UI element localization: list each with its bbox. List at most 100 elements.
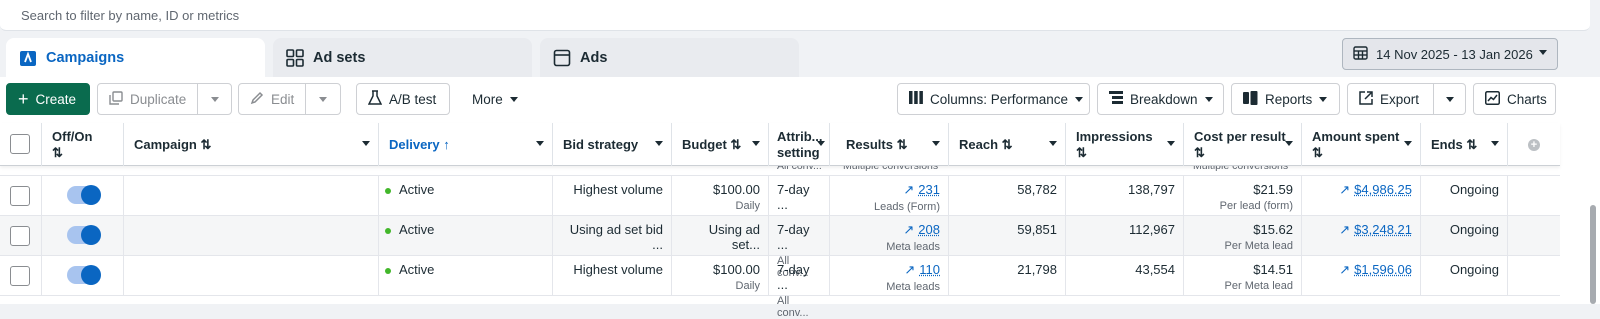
budget-cell[interactable]: $100.00 Daily: [672, 256, 769, 295]
charts-label: Charts: [1507, 91, 1547, 107]
budget-subtext: Daily: [735, 200, 760, 212]
chevron-down-icon[interactable]: [1285, 141, 1293, 146]
empty-cell: [1508, 176, 1560, 215]
campaign-name-cell[interactable]: [124, 256, 379, 295]
edit-button[interactable]: Edit: [238, 83, 306, 115]
cost-per-result-cell: $21.59 Per lead (form): [1184, 176, 1302, 215]
row-checkbox[interactable]: [10, 266, 30, 286]
column-header-cost-per-result[interactable]: Cost per result ⇅: [1184, 123, 1302, 166]
vertical-scrollbar[interactable]: [1590, 205, 1596, 304]
reports-button[interactable]: Reports: [1231, 83, 1340, 115]
column-header-impressions[interactable]: Impressions ⇅: [1066, 123, 1184, 166]
column-header-results[interactable]: Results ⇅: [830, 123, 949, 166]
tab-campaigns[interactable]: Campaigns: [6, 38, 265, 78]
budget-cell[interactable]: Using ad set...: [672, 216, 769, 255]
chevron-down-icon[interactable]: [817, 141, 825, 146]
export-button[interactable]: Export: [1347, 83, 1434, 115]
grid-icon: [285, 48, 305, 68]
column-header-attribution-setting[interactable]: Attrib... setting: [769, 123, 830, 166]
ends-cell: Ongoing: [1421, 176, 1508, 215]
header-select-cell: [0, 123, 42, 166]
amount-spent-link[interactable]: $4,986.25: [1354, 182, 1412, 197]
columns-button[interactable]: Columns: Performance: [897, 83, 1090, 115]
trend-up-icon: ↗: [1339, 182, 1351, 197]
amount-spent-link[interactable]: $1,596.06: [1354, 262, 1412, 277]
column-header-amount-spent[interactable]: Amount spent ⇅: [1302, 123, 1421, 166]
column-header-ends[interactable]: Ends ⇅: [1421, 123, 1508, 166]
toggle-knob: [81, 225, 101, 245]
chevron-down-icon[interactable]: [536, 141, 544, 146]
chevron-down-icon[interactable]: [1491, 141, 1499, 146]
duplicate-dropdown-button[interactable]: [197, 83, 232, 115]
charts-button[interactable]: Charts: [1473, 83, 1556, 115]
campaigns-icon: [18, 48, 38, 68]
campaign-name-cell[interactable]: [124, 216, 379, 255]
results-cell: ↗ 231 Leads (Form): [830, 176, 949, 215]
toggle-knob: [81, 185, 101, 205]
duplicate-button[interactable]: Duplicate: [97, 83, 198, 115]
results-link[interactable]: 208: [918, 222, 940, 237]
sort-icon: ⇅: [1076, 145, 1087, 160]
column-header-bid-strategy[interactable]: Bid strategy: [553, 123, 672, 166]
export-dropdown-button[interactable]: [1433, 83, 1466, 115]
column-header-budget[interactable]: Budget ⇅: [672, 123, 769, 166]
reach-value: 21,798: [1017, 262, 1057, 277]
column-label: Cost per result: [1194, 129, 1286, 144]
chevron-down-icon[interactable]: [1049, 141, 1057, 146]
cost-value: $14.51: [1253, 262, 1293, 277]
table-row[interactable]: Active Using ad set bid ... Using ad set..…: [0, 216, 1560, 279]
tab-ads[interactable]: Ads: [540, 38, 799, 78]
table-row[interactable]: Active Highest volume $100.00 Daily 7-day ..…: [0, 176, 1560, 239]
ends-value: Ongoing: [1449, 262, 1499, 277]
export-label: Export: [1380, 91, 1420, 107]
date-range-picker[interactable]: 14 Nov 2025 - 13 Jan 2026: [1342, 38, 1558, 70]
ends-cell: Ongoing: [1421, 216, 1508, 255]
create-button[interactable]: + Create: [6, 83, 90, 115]
campaign-toggle[interactable]: [67, 225, 101, 245]
campaign-toggle[interactable]: [67, 265, 101, 285]
select-all-checkbox[interactable]: [10, 134, 30, 154]
bid-strategy-value: Using ad set bid ...: [569, 222, 663, 252]
more-button[interactable]: More: [460, 83, 530, 115]
delivery-status: Active: [399, 182, 435, 197]
sort-icon: ⇅: [730, 136, 742, 152]
table-row[interactable]: Active Highest volume $100.00 Daily 7-day ..…: [0, 256, 1560, 319]
tab-ad-sets[interactable]: Ad sets: [273, 38, 532, 78]
row-checkbox[interactable]: [10, 226, 30, 246]
budget-cell[interactable]: $100.00 Daily: [672, 176, 769, 215]
impressions-value: 43,554: [1135, 262, 1175, 277]
chevron-down-icon[interactable]: [1167, 141, 1175, 146]
edit-dropdown-button[interactable]: [305, 83, 341, 115]
sort-icon: ⇅: [1466, 136, 1478, 152]
cost-per-result-cell: $14.51 Per Meta lead: [1184, 256, 1302, 295]
impressions-cell: 138,797: [1066, 176, 1184, 215]
toolbar: + Create Duplicate Edit A/B test More Co…: [0, 77, 1600, 123]
results-link[interactable]: 231: [918, 182, 940, 197]
column-label: Reach: [959, 136, 999, 152]
plus-circle-icon: +: [1528, 138, 1540, 151]
chevron-down-icon[interactable]: [932, 141, 940, 146]
cost-per-result-cell: $15.62 Per Meta lead: [1184, 216, 1302, 255]
chevron-down-icon[interactable]: [655, 141, 663, 146]
breakdown-button[interactable]: Breakdown: [1097, 83, 1224, 115]
chevron-down-icon[interactable]: [1404, 141, 1412, 146]
toggle-cell: [42, 176, 124, 215]
add-column-button[interactable]: +: [1508, 123, 1560, 166]
column-header-campaign[interactable]: Campaign ⇅: [124, 123, 379, 166]
chevron-down-icon[interactable]: [752, 141, 760, 146]
column-label: Delivery: [389, 136, 440, 152]
amount-spent-link[interactable]: $3,248.21: [1354, 222, 1412, 237]
row-checkbox[interactable]: [10, 186, 30, 206]
column-label: Amount spent: [1312, 129, 1400, 144]
column-header-reach[interactable]: Reach ⇅: [949, 123, 1066, 166]
column-header-delivery[interactable]: Delivery ↑: [379, 123, 553, 166]
breakdown-icon: [1109, 91, 1123, 107]
results-link[interactable]: 110: [919, 262, 940, 277]
search-input[interactable]: Search to filter by name, ID or metrics: [0, 0, 1590, 31]
ab-test-button[interactable]: A/B test: [356, 83, 450, 115]
campaign-toggle[interactable]: [67, 185, 101, 205]
column-header-off-on[interactable]: Off/On ⇅: [42, 123, 124, 166]
chevron-down-icon[interactable]: [362, 141, 370, 146]
campaign-name-cell[interactable]: [124, 176, 379, 215]
sort-icon: ⇅: [1001, 136, 1013, 152]
